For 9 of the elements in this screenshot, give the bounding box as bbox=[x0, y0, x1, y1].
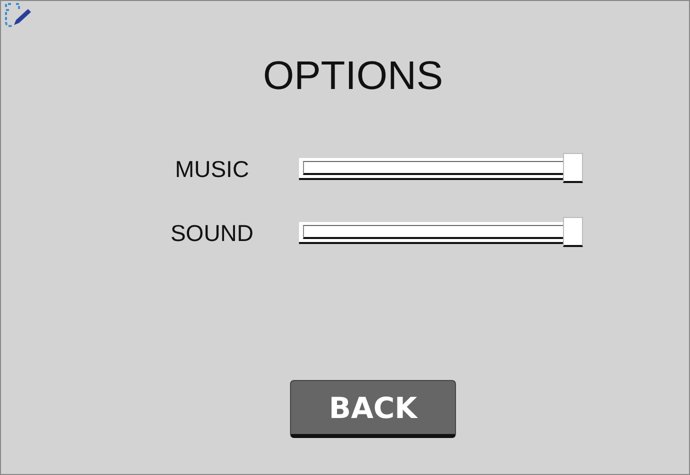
setting-label: SOUND bbox=[169, 220, 255, 246]
setting-label: MUSIC bbox=[174, 156, 250, 182]
edit-icon[interactable] bbox=[4, 3, 32, 29]
slider-thumb[interactable] bbox=[563, 217, 583, 247]
back-button[interactable]: BACK bbox=[290, 380, 456, 438]
volume-slider[interactable] bbox=[299, 217, 583, 249]
screen-title: OPTIONS bbox=[262, 53, 444, 99]
volume-slider[interactable] bbox=[299, 153, 583, 185]
slider-thumb[interactable] bbox=[563, 153, 583, 183]
